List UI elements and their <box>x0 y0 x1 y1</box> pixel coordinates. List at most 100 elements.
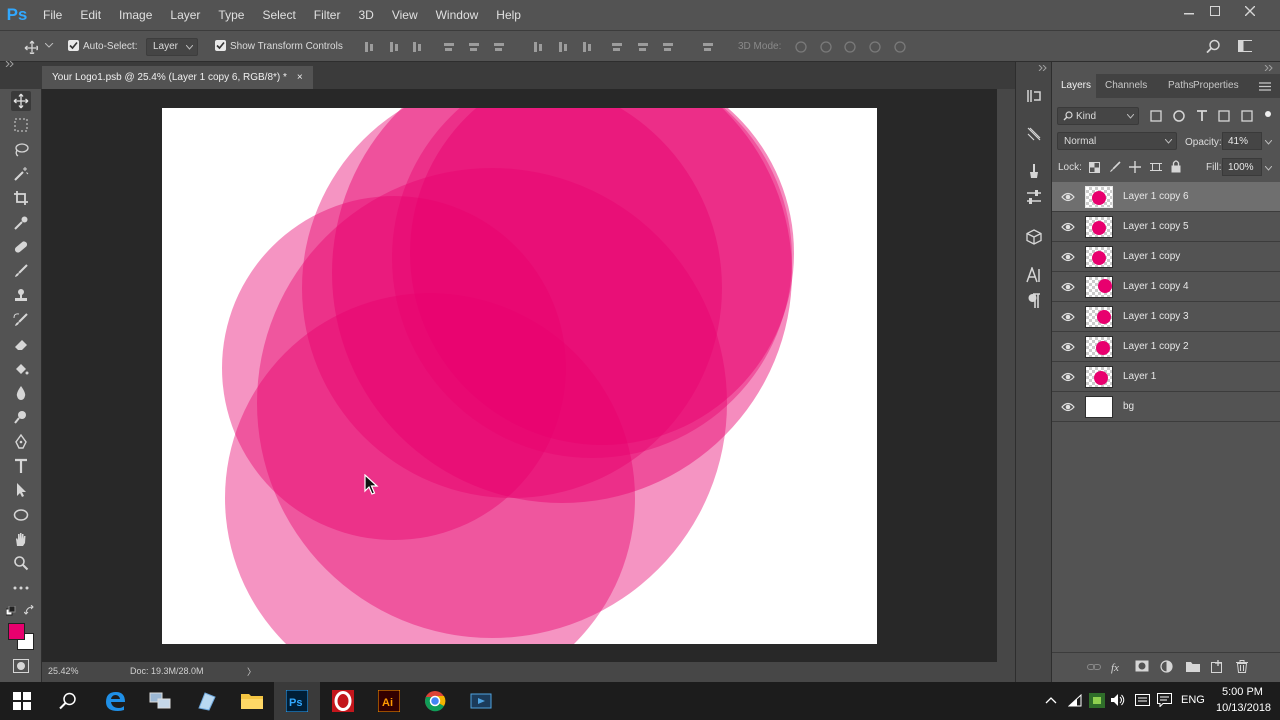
3d-panel-button[interactable] <box>1025 228 1043 246</box>
new-layer-icon[interactable] <box>1211 660 1224 673</box>
zoom-level[interactable]: 25.42% <box>48 666 79 676</box>
scale-3d-icon[interactable] <box>893 40 907 54</box>
auto-select-checkbox[interactable] <box>68 40 79 51</box>
default-colors-icon[interactable] <box>6 606 16 616</box>
roll-3d-icon[interactable] <box>819 40 833 54</box>
brush-tool[interactable] <box>11 261 31 281</box>
adjustment-layer-icon[interactable] <box>1160 660 1173 673</box>
layer-style-fx-icon[interactable]: fx <box>1111 660 1125 674</box>
opacity-field[interactable]: 41% <box>1222 132 1262 150</box>
photoshop-app[interactable]: Ps <box>285 690 309 712</box>
tab-paths[interactable]: Paths <box>1168 74 1194 98</box>
status-menu-arrow[interactable]: 〉 <box>247 665 256 678</box>
taskbar-search-button[interactable] <box>56 690 80 712</box>
distribute-right-icon[interactable] <box>661 40 675 54</box>
zoom-tool[interactable] <box>11 553 31 573</box>
show-transform-checkbox[interactable] <box>215 40 226 51</box>
layer-row[interactable]: Layer 1 copy 5 <box>1052 212 1280 242</box>
layer-row[interactable]: Layer 1 copy 2 <box>1052 332 1280 362</box>
link-layers-icon[interactable] <box>1087 663 1101 671</box>
quick-mask-icon[interactable] <box>13 659 29 673</box>
pen-tool[interactable] <box>11 432 31 452</box>
media-app[interactable] <box>469 690 493 712</box>
action-center-icon[interactable] <box>1157 693 1172 707</box>
tab-channels[interactable]: Channels <box>1105 74 1147 98</box>
type-tool[interactable] <box>11 456 31 476</box>
start-button[interactable] <box>10 690 34 712</box>
menu-image[interactable]: Image <box>110 0 161 30</box>
menu-edit[interactable]: Edit <box>71 0 110 30</box>
orbit-3d-icon[interactable] <box>794 40 808 54</box>
layer-filter-dropdown[interactable]: Kind <box>1057 107 1139 125</box>
move-tool-icon[interactable] <box>24 40 38 54</box>
clock-time[interactable]: 5:00 PM <box>1222 686 1263 698</box>
adjustments-panel-button[interactable] <box>1025 188 1043 206</box>
lock-all-icon[interactable] <box>1171 160 1181 173</box>
layer-row[interactable]: Layer 1 copy 3 <box>1052 302 1280 332</box>
file-explorer-app[interactable] <box>240 690 264 712</box>
filter-type-layers-icon[interactable] <box>1196 110 1208 122</box>
blend-mode-dropdown[interactable]: Normal <box>1057 132 1177 150</box>
brushes-panel-button[interactable] <box>1025 162 1043 180</box>
menu-help[interactable]: Help <box>487 0 530 30</box>
eraser-tool[interactable] <box>11 334 31 354</box>
character-panel-button[interactable] <box>1025 266 1043 284</box>
swap-colors-icon[interactable] <box>24 605 35 616</box>
lock-artboard-icon[interactable] <box>1150 161 1162 173</box>
menu-file[interactable]: File <box>34 0 71 30</box>
tab-layers[interactable]: Layers <box>1052 74 1096 98</box>
eye-icon[interactable] <box>1061 310 1075 324</box>
add-mask-icon[interactable] <box>1135 660 1149 672</box>
opera-app[interactable] <box>331 690 355 712</box>
layer-row[interactable]: Layer 1 <box>1052 362 1280 392</box>
align-top-icon[interactable] <box>362 40 376 54</box>
filter-adjustment-layers-icon[interactable] <box>1173 110 1185 122</box>
collapse-arrows-icon[interactable] <box>5 61 15 67</box>
menu-view[interactable]: View <box>383 0 427 30</box>
menu-select[interactable]: Select <box>253 0 304 30</box>
align-left-icon[interactable] <box>442 40 456 54</box>
hand-tool[interactable] <box>11 529 31 549</box>
fill-field[interactable]: 100% <box>1222 158 1262 176</box>
filter-toggle-icon[interactable] <box>1262 110 1274 122</box>
path-selection-tool[interactable] <box>11 480 31 500</box>
keyboard-icon[interactable] <box>1135 694 1150 706</box>
clock-date[interactable]: 10/13/2018 <box>1216 702 1271 714</box>
close-window-button[interactable] <box>1233 0 1267 22</box>
edit-toolbar-button[interactable] <box>11 578 31 598</box>
vertical-scrollbar[interactable] <box>997 89 1015 662</box>
paragraph-panel-button[interactable] <box>1025 292 1043 310</box>
history-brush-tool[interactable] <box>11 310 31 330</box>
auto-align-icon[interactable] <box>701 40 715 54</box>
distribute-vertical-center-icon[interactable] <box>556 40 570 54</box>
lock-position-icon[interactable] <box>1129 161 1141 173</box>
crop-tool[interactable] <box>11 188 31 208</box>
menu-window[interactable]: Window <box>427 0 488 30</box>
foreground-color-swatch[interactable] <box>8 623 25 640</box>
menu-filter[interactable]: Filter <box>305 0 350 30</box>
tab-properties[interactable]: Properties <box>1193 74 1239 98</box>
menu-type[interactable]: Type <box>209 0 253 30</box>
menu-layer[interactable]: Layer <box>161 0 209 30</box>
move-tool[interactable] <box>11 91 31 111</box>
collapse-arrows-icon[interactable] <box>1264 65 1274 71</box>
clone-stamp-tool[interactable] <box>11 286 31 306</box>
chevron-down-icon[interactable] <box>1265 166 1272 171</box>
tray-chevron-icon[interactable] <box>1045 696 1057 704</box>
layer-row[interactable]: Layer 1 copy <box>1052 242 1280 272</box>
eye-icon[interactable] <box>1061 250 1075 264</box>
taskbar-app[interactable] <box>194 690 218 712</box>
filter-pixel-layers-icon[interactable] <box>1150 110 1162 122</box>
filter-shape-layers-icon[interactable] <box>1218 110 1230 122</box>
lasso-tool[interactable] <box>11 140 31 160</box>
volume-icon[interactable] <box>1111 694 1125 706</box>
search-icon[interactable] <box>1206 39 1220 53</box>
blur-tool[interactable] <box>11 383 31 403</box>
eyedropper-tool[interactable] <box>11 213 31 233</box>
eye-icon[interactable] <box>1061 190 1075 204</box>
trash-icon[interactable] <box>1236 660 1248 673</box>
drag-3d-icon[interactable] <box>843 40 857 54</box>
network-wifi-icon[interactable] <box>1068 694 1082 707</box>
chrome-app[interactable] <box>423 690 447 712</box>
history-panel-button[interactable] <box>1025 87 1043 105</box>
